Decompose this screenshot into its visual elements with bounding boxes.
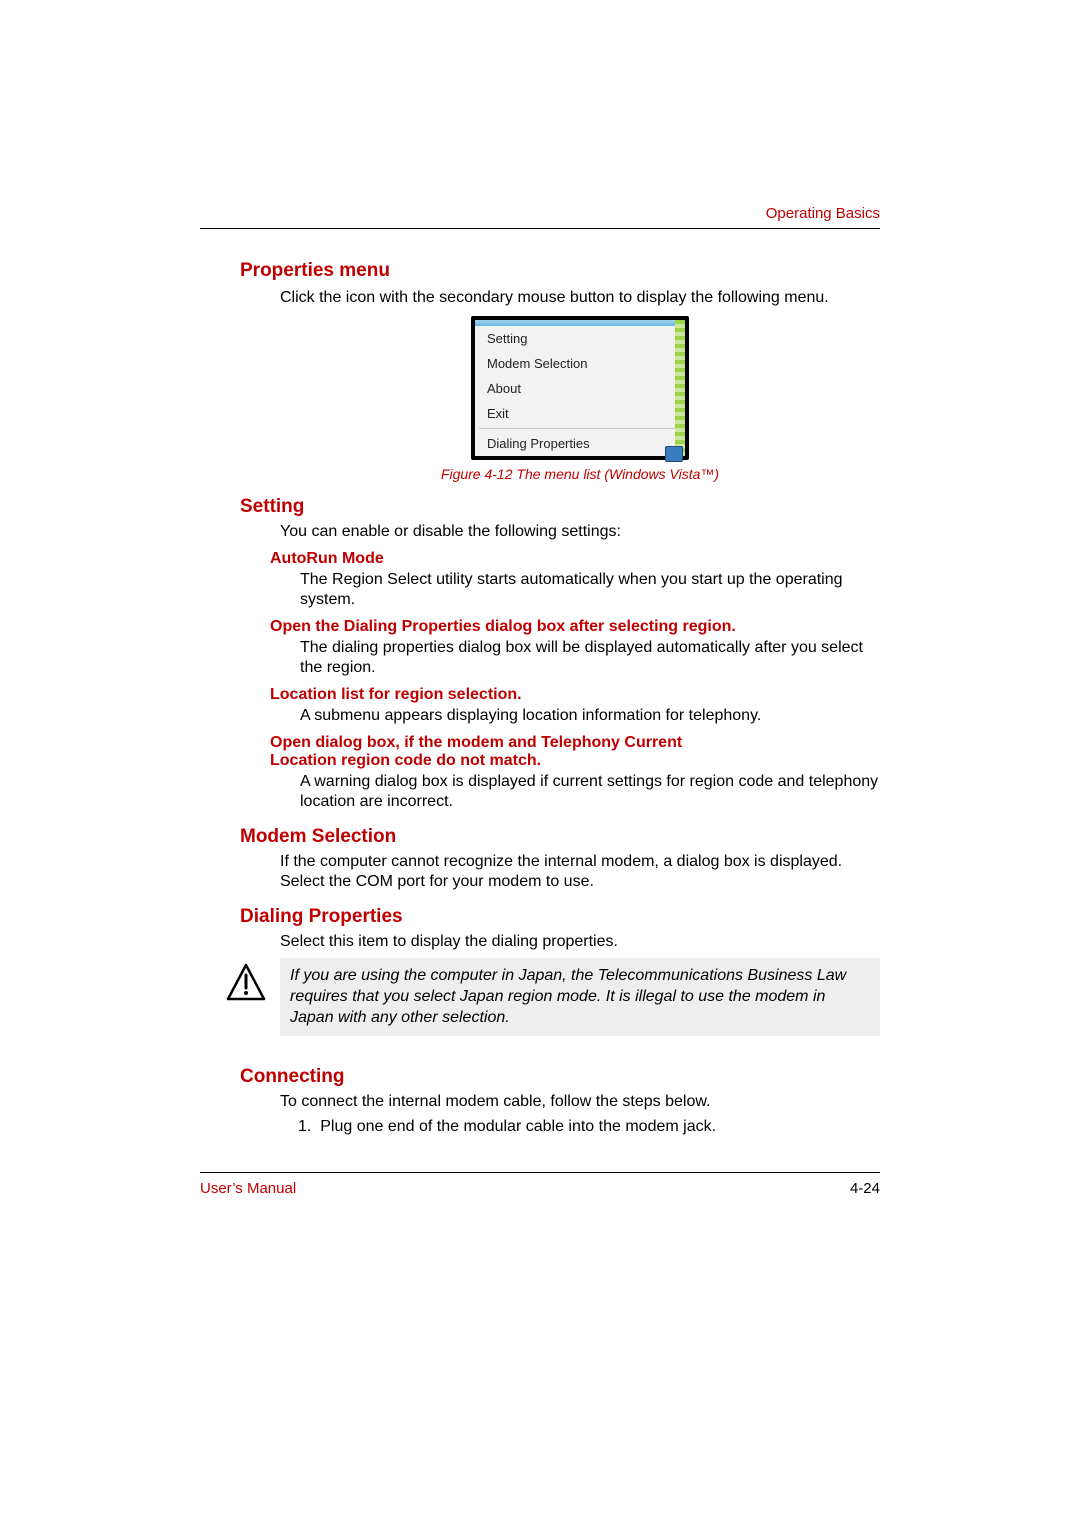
manual-page: Operating Basics Properties menu Click t… <box>0 0 1080 1528</box>
heading-mismatch-line2: Location region code do not match. <box>270 752 880 770</box>
footer-page-number: 4-24 <box>850 1180 880 1197</box>
heading-setting: Setting <box>240 496 880 518</box>
menu-item-exit[interactable]: Exit <box>475 401 685 426</box>
dialing-properties-body: Select this item to display the dialing … <box>280 932 880 952</box>
warning-icon <box>226 962 266 1002</box>
location-list-body: A submenu appears displaying location in… <box>300 706 880 726</box>
menu-divider <box>479 428 681 429</box>
figure-container: Setting Modem Selection About Exit Diali… <box>280 316 880 482</box>
open-dialing-body: The dialing properties dialog box will b… <box>300 638 880 678</box>
figure-caption: Figure 4-12 The menu list (Windows Vista… <box>280 466 880 482</box>
menu-item-about[interactable]: About <box>475 376 685 401</box>
heading-modem-selection: Modem Selection <box>240 826 880 848</box>
warning-text: If you are using the computer in Japan, … <box>290 967 846 1026</box>
heading-location-list: Location list for region selection. <box>270 686 880 704</box>
properties-menu-intro: Click the icon with the secondary mouse … <box>280 288 880 308</box>
heading-mismatch-line1: Open dialog box, if the modem and Teleph… <box>270 734 880 752</box>
mismatch-body: A warning dialog box is displayed if cur… <box>300 772 880 812</box>
setting-intro: You can enable or disable the following … <box>280 522 880 542</box>
menu-item-dialing-properties[interactable]: Dialing Properties <box>475 431 685 456</box>
page-content: Properties menu Click the icon with the … <box>240 250 880 1138</box>
heading-properties-menu: Properties menu <box>240 260 880 282</box>
heading-connecting: Connecting <box>240 1066 880 1088</box>
footer-rule <box>200 1172 880 1173</box>
context-menu: Setting Modem Selection About Exit Diali… <box>475 326 685 456</box>
step-number: 1. <box>298 1118 311 1135</box>
footer-manual-label: User’s Manual <box>200 1180 296 1197</box>
header-rule <box>200 228 880 229</box>
step-text: Plug one end of the modular cable into t… <box>320 1118 716 1135</box>
connecting-step-1: 1. Plug one end of the modular cable int… <box>298 1118 880 1136</box>
header-section-label: Operating Basics <box>766 205 880 222</box>
heading-open-dialing: Open the Dialing Properties dialog box a… <box>270 618 880 636</box>
taskbar-stripe <box>675 320 685 456</box>
modem-selection-body: If the computer cannot recognize the int… <box>280 852 880 892</box>
warning-callout: If you are using the computer in Japan, … <box>280 958 880 1036</box>
connecting-intro: To connect the internal modem cable, fol… <box>280 1092 880 1112</box>
heading-autorun-mode: AutoRun Mode <box>270 550 880 568</box>
menu-item-modem-selection[interactable]: Modem Selection <box>475 351 685 376</box>
autorun-body: The Region Select utility starts automat… <box>300 570 880 610</box>
tray-icon <box>665 446 683 462</box>
heading-dialing-properties: Dialing Properties <box>240 906 880 928</box>
context-menu-screenshot: Setting Modem Selection About Exit Diali… <box>471 316 689 460</box>
menu-item-setting[interactable]: Setting <box>475 326 685 351</box>
